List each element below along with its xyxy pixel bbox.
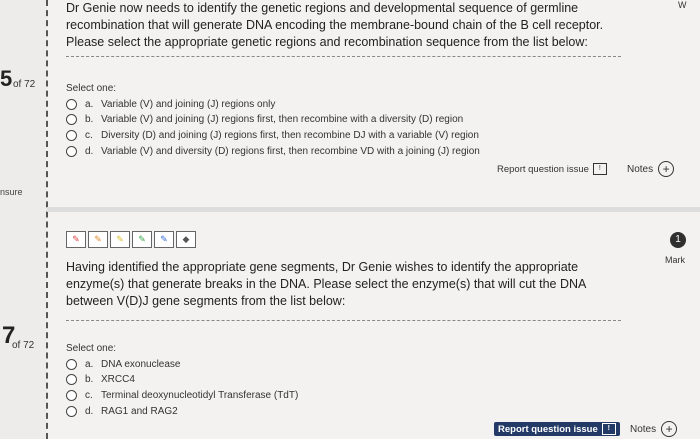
nav-divider xyxy=(46,0,48,439)
pen-orange-icon[interactable]: ✎ xyxy=(88,231,108,248)
plus-icon: + xyxy=(661,421,678,437)
question-stem: Dr Genie now needs to identify the genet… xyxy=(66,1,604,49)
report-flag-icon: ! xyxy=(601,423,616,435)
radio-button[interactable] xyxy=(66,390,77,401)
option-letter: b. xyxy=(85,114,94,125)
report-question-issue-link[interactable]: Report question issue ! xyxy=(497,163,607,175)
question-stem: Having identified the appropriate gene s… xyxy=(66,260,586,308)
select-one-label: Select one: xyxy=(66,83,117,94)
select-one-label: Select one: xyxy=(66,343,117,354)
option-text: Terminal deoxynucleotidyl Transferase (T… xyxy=(101,390,299,401)
pen-blue-icon[interactable]: ✎ xyxy=(154,231,174,248)
answer-option-c[interactable]: c. Terminal deoxynucleotidyl Transferase… xyxy=(66,388,298,403)
question-status: nsure xyxy=(0,187,23,197)
option-text: Variable (V) and joining (J) regions fir… xyxy=(101,114,464,125)
report-label: Report question issue xyxy=(498,423,598,435)
pen-yellow-icon[interactable]: ✎ xyxy=(110,231,130,248)
mark-badge: 1 xyxy=(670,232,686,248)
radio-button[interactable] xyxy=(66,374,77,385)
answer-option-d[interactable]: d. RAG1 and RAG2 xyxy=(66,404,178,419)
option-text: XRCC4 xyxy=(101,374,135,385)
radio-button[interactable] xyxy=(66,359,77,370)
option-letter: c. xyxy=(85,130,93,141)
stem-divider xyxy=(66,56,621,57)
notes-label: Notes xyxy=(627,163,654,175)
option-text: DNA exonuclease xyxy=(101,359,181,370)
option-text: Variable (V) and diversity (D) regions f… xyxy=(101,146,480,157)
option-letter: d. xyxy=(85,146,94,157)
question-separator xyxy=(47,207,700,212)
notes-label: Notes xyxy=(630,423,657,435)
plus-icon: + xyxy=(658,161,675,177)
option-letter: c. xyxy=(85,390,93,401)
answer-option-b[interactable]: b. Variable (V) and joining (J) regions … xyxy=(66,112,463,127)
radio-button[interactable] xyxy=(66,146,77,157)
question-of-label: of 72 xyxy=(12,340,35,351)
pen-red-icon[interactable]: ✎ xyxy=(66,231,86,248)
radio-button[interactable] xyxy=(66,406,77,417)
report-question-issue-link[interactable]: Report question issue ! xyxy=(494,422,620,436)
answer-option-b[interactable]: b. XRCC4 xyxy=(66,372,135,387)
answer-option-d[interactable]: d. Variable (V) and diversity (D) region… xyxy=(66,144,480,159)
option-letter: a. xyxy=(85,359,94,370)
question-of-label: of 72 xyxy=(13,79,36,90)
option-text: Variable (V) and joining (J) regions onl… xyxy=(101,99,276,110)
highlight-toolbar: ✎ ✎ ✎ ✎ ✎ ◆ xyxy=(66,231,196,248)
notes-button[interactable]: Notes + xyxy=(627,161,675,177)
eraser-icon[interactable]: ◆ xyxy=(176,231,196,248)
answer-option-a[interactable]: a. Variable (V) and joining (J) regions … xyxy=(66,97,275,112)
option-letter: d. xyxy=(85,406,94,417)
notes-button[interactable]: Notes + xyxy=(630,421,678,437)
option-letter: a. xyxy=(85,99,94,110)
radio-button[interactable] xyxy=(66,99,77,110)
top-right-fragment: W xyxy=(678,0,687,10)
option-text: Diversity (D) and joining (J) regions fi… xyxy=(101,130,479,141)
stem-divider xyxy=(66,320,621,321)
report-label: Report question issue xyxy=(497,163,589,175)
option-letter: b. xyxy=(85,374,94,385)
radio-button[interactable] xyxy=(66,114,77,125)
answer-option-c[interactable]: c. Diversity (D) and joining (J) regions… xyxy=(66,128,479,143)
option-text: RAG1 and RAG2 xyxy=(101,406,178,417)
pen-green-icon[interactable]: ✎ xyxy=(132,231,152,248)
question-number: 5 xyxy=(0,66,13,91)
report-flag-icon: ! xyxy=(592,163,607,175)
answer-option-a[interactable]: a. DNA exonuclease xyxy=(66,357,181,372)
radio-button[interactable] xyxy=(66,130,77,141)
mark-label: Mark xyxy=(665,255,685,265)
